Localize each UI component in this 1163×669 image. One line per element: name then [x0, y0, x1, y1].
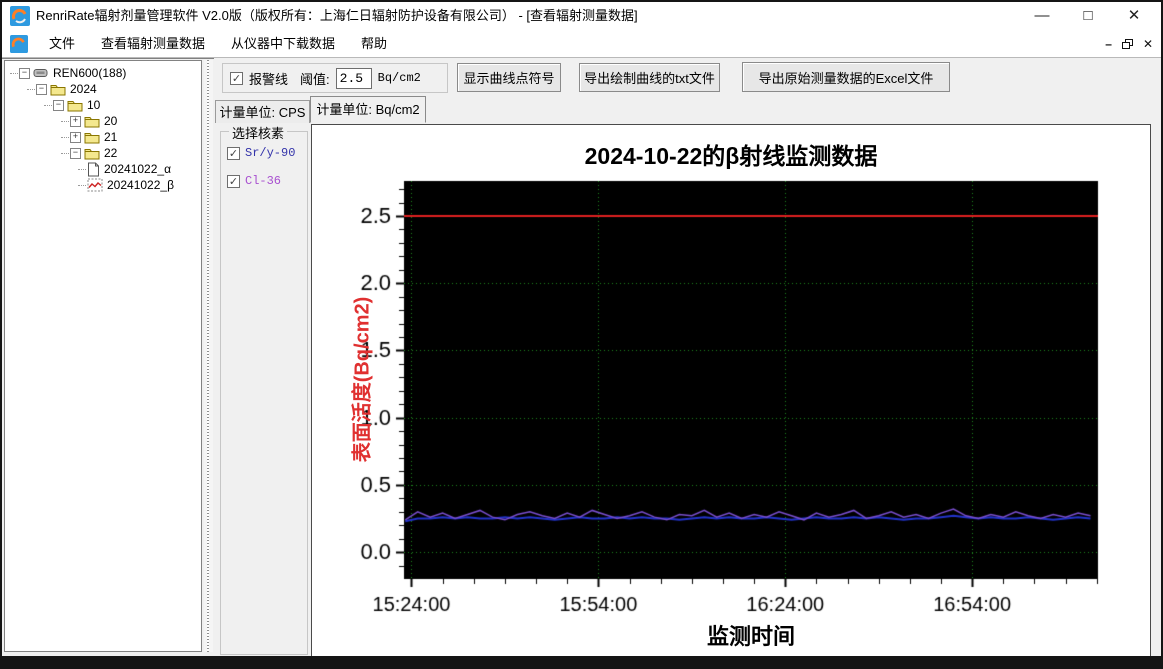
- show-curve-points-button[interactable]: 显示曲线点符号: [457, 63, 561, 92]
- threshold-unit-label: Bq/cm2: [377, 71, 421, 85]
- tree-item-label: 21: [104, 130, 118, 144]
- tree-expander-icon[interactable]: +: [70, 131, 81, 143]
- folder-icon: [84, 147, 100, 160]
- tree-item-label: 20241022_α: [104, 162, 172, 176]
- export-excel-button[interactable]: 导出原始测量数据的Excel文件: [742, 62, 950, 92]
- alarm-line-checkbox[interactable]: ✓: [230, 71, 243, 85]
- alarm-line-label: 报警线: [249, 71, 289, 87]
- tree-item[interactable]: − 2024: [5, 81, 201, 97]
- folder-icon: [67, 99, 83, 112]
- chart-frame: 2024-10-22的β射线监测数据 表面活度(Bq/cm2) 监测时间: [311, 124, 1151, 660]
- menu-item-help[interactable]: 帮助: [348, 30, 400, 58]
- nuclide-label: Sr/y-90: [245, 146, 296, 160]
- tab-unit-cps[interactable]: 计量单位: CPS: [215, 100, 310, 123]
- nuclide-checkbox[interactable]: ✓: [227, 174, 240, 188]
- tree-item-label: 2024: [70, 82, 97, 96]
- menu-items: 文件 查看辐射测量数据 从仪器中下载数据 帮助: [36, 30, 400, 58]
- tree-item[interactable]: − 22: [5, 145, 201, 161]
- tab-unit-bqcm2[interactable]: 计量单位: Bq/cm2: [310, 96, 426, 123]
- tree-item[interactable]: +20: [5, 113, 201, 129]
- tree-item[interactable]: − REN600(188): [5, 65, 201, 81]
- threshold-label: 阈值:: [300, 71, 330, 87]
- mdi-child-logo-icon: [10, 35, 28, 53]
- device-data-tree: − REN600(188) −2024−10 +20 +21−22 20241022_α 2…: [4, 60, 202, 652]
- nuclide-item: ✓ Cl-36: [227, 174, 307, 188]
- tree-expander-icon[interactable]: −: [36, 83, 47, 95]
- tree-item-label: 10: [87, 98, 101, 112]
- mdi-window-controls: – ✕: [1105, 30, 1153, 58]
- tree-item[interactable]: +21: [5, 129, 201, 145]
- tree-connector: [61, 136, 69, 138]
- mdi-close-icon[interactable]: ✕: [1143, 37, 1153, 51]
- tree-item-label: 22: [104, 146, 118, 160]
- menu-item-file[interactable]: 文件: [36, 30, 88, 58]
- window-controls: — □ ✕: [1019, 2, 1157, 30]
- tree-connector: [78, 168, 86, 170]
- close-icon[interactable]: ✕: [1111, 2, 1157, 30]
- tree-expander-icon[interactable]: +: [70, 115, 81, 127]
- folder-icon: [84, 115, 100, 128]
- chart-icon: [87, 178, 103, 192]
- tree-expander-icon[interactable]: −: [53, 99, 64, 111]
- measurement-view-panel: ✓ 报警线 阈值: Bq/cm2 显示曲线点符号 导出绘制曲线的txt文件 导出…: [214, 58, 1161, 660]
- chart-x-axis-label: 监测时间: [706, 624, 795, 649]
- tree-connector: [44, 104, 52, 106]
- tree-item[interactable]: − 10: [5, 97, 201, 113]
- tree-connector: [10, 72, 18, 74]
- mdi-restore-icon[interactable]: [1121, 39, 1133, 49]
- tree-connector: [27, 88, 35, 90]
- minimize-icon[interactable]: —: [1019, 2, 1065, 30]
- folder-icon: [84, 131, 100, 144]
- tree-item-label: 20: [104, 114, 118, 128]
- menu-item-download[interactable]: 从仪器中下载数据: [218, 30, 348, 58]
- tree-connector: [78, 184, 86, 186]
- window-bottom-edge: [2, 656, 1161, 667]
- app-logo-icon: [10, 6, 30, 26]
- nuclide-groupbox-title: 选择核素: [229, 123, 288, 142]
- nuclide-label: Cl-36: [245, 174, 282, 188]
- alarm-line-groupbox: ✓ 报警线 阈值: Bq/cm2: [222, 63, 448, 93]
- menu-bar: 文件 查看辐射测量数据 从仪器中下载数据 帮助 – ✕: [2, 30, 1161, 58]
- tree-item[interactable]: 20241022_α: [5, 161, 201, 177]
- nuclide-select-groupbox: 选择核素 ✓ Sr/y-90 ✓ Cl-36: [220, 123, 308, 655]
- mdi-minimize-icon[interactable]: –: [1105, 37, 1112, 51]
- document-icon: [87, 162, 100, 177]
- panel-splitter[interactable]: [204, 60, 213, 652]
- tree-item[interactable]: 20241022_β: [5, 177, 201, 193]
- tree-expander-icon[interactable]: −: [70, 147, 81, 159]
- tree-item-label: REN600(188): [53, 66, 127, 80]
- chart-title: 2024-10-22的β射线监测数据: [584, 143, 878, 169]
- folder-icon: [50, 83, 66, 96]
- threshold-input[interactable]: [335, 67, 372, 89]
- chart-y-axis-label: 表面活度(Bq/cm2): [351, 296, 374, 463]
- device-icon: [33, 66, 49, 80]
- tree-connector: [61, 152, 69, 154]
- window-title: RenriRate辐射剂量管理软件 V2.0版（版权所有：上海仁日辐射防护设备有…: [36, 8, 638, 23]
- nuclide-checkbox[interactable]: ✓: [227, 146, 240, 160]
- tree-expander-icon[interactable]: −: [19, 67, 30, 79]
- app-window: RenriRate辐射剂量管理软件 V2.0版（版权所有：上海仁日辐射防护设备有…: [0, 0, 1163, 669]
- menu-item-view-data[interactable]: 查看辐射测量数据: [88, 30, 218, 58]
- tree-item-label: 20241022_β: [107, 178, 174, 192]
- title-bar: RenriRate辐射剂量管理软件 V2.0版（版权所有：上海仁日辐射防护设备有…: [2, 2, 1161, 30]
- nuclide-item: ✓ Sr/y-90: [227, 146, 307, 160]
- monitor-chart-canvas: [312, 125, 1150, 659]
- export-txt-button[interactable]: 导出绘制曲线的txt文件: [579, 63, 720, 92]
- tree-connector: [61, 120, 69, 122]
- maximize-icon[interactable]: □: [1065, 2, 1111, 30]
